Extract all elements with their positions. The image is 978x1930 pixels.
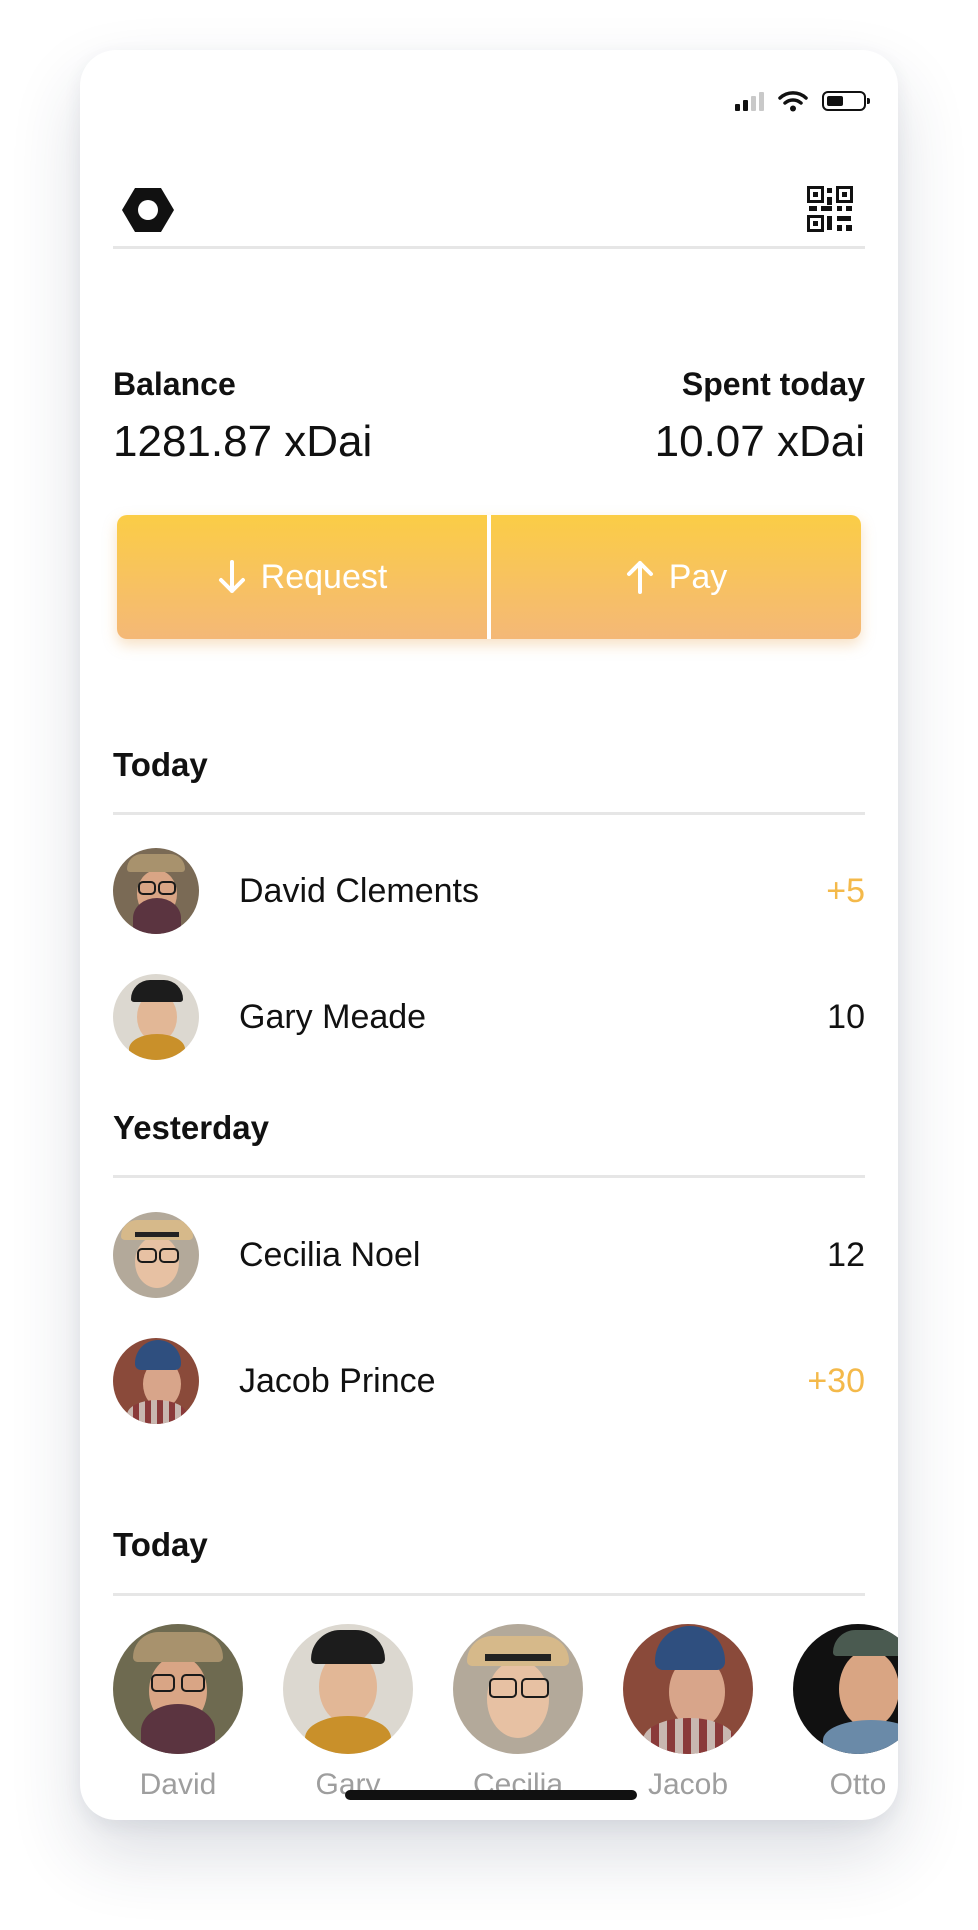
transaction-amount: 12 (827, 1235, 865, 1274)
avatar-jacob (623, 1624, 753, 1754)
request-label: Request (260, 557, 388, 596)
transaction-amount: +30 (807, 1361, 865, 1400)
transaction-amount: +5 (826, 871, 865, 910)
battery-icon (822, 91, 870, 111)
section-divider (113, 1175, 865, 1178)
transaction-row[interactable]: Cecilia Noel 12 (113, 1210, 865, 1300)
avatar-david (113, 1624, 243, 1754)
transaction-name: David Clements (239, 871, 479, 910)
spent-today-label: Spent today (681, 366, 865, 402)
avatar-gary (113, 974, 199, 1060)
transaction-name: Cecilia Noel (239, 1235, 421, 1274)
contact-gary[interactable]: Gary (283, 1624, 413, 1802)
contact-name: Otto (829, 1768, 887, 1801)
avatar-gary (283, 1624, 413, 1754)
transaction-row[interactable]: Gary Meade 10 (113, 972, 865, 1062)
wifi-icon (778, 91, 808, 112)
section-title-yesterday: Yesterday (113, 1109, 269, 1146)
avatar-cecilia (113, 1212, 199, 1298)
contact-otto[interactable]: Otto (793, 1624, 898, 1802)
contact-cecilia[interactable]: Cecilia (453, 1624, 583, 1802)
transaction-name: Gary Meade (239, 997, 427, 1036)
pay-button[interactable]: Pay (491, 515, 861, 639)
arrow-up-icon (626, 561, 653, 594)
top-bar (113, 166, 865, 249)
avatar-jacob (113, 1338, 199, 1424)
contact-name: Jacob (647, 1768, 729, 1801)
spent-today-value: 10.07 xDai (654, 417, 865, 466)
balance-summary: Balance 1281.87 xDai Spent today 10.07 x… (113, 368, 865, 464)
transaction-name: Jacob Prince (239, 1361, 436, 1400)
transaction-row[interactable]: David Clements +5 (113, 846, 865, 936)
home-indicator[interactable] (345, 1790, 637, 1800)
hexagon-logo-icon[interactable] (121, 186, 175, 234)
avatar-otto (793, 1624, 898, 1754)
contact-name: David (139, 1768, 217, 1801)
arrow-down-icon (218, 560, 245, 593)
pay-label: Pay (668, 557, 728, 596)
contact-jacob[interactable]: Jacob (623, 1624, 753, 1802)
phone-frame: Balance 1281.87 xDai Spent today 10.07 x… (80, 50, 898, 1820)
spent-today-block: Spent today 10.07 xDai (655, 368, 865, 464)
request-button[interactable]: Request (117, 515, 487, 639)
qr-code-icon[interactable] (807, 186, 853, 232)
section-divider (113, 812, 865, 815)
section-title-today: Today (113, 746, 208, 783)
section-title-today-contacts: Today (113, 1526, 208, 1563)
cellular-signal-icon (735, 91, 764, 111)
avatar-cecilia (453, 1624, 583, 1754)
avatar-david (113, 848, 199, 934)
action-buttons: Request Pay (117, 515, 861, 639)
contact-david[interactable]: David (113, 1624, 243, 1802)
transaction-row[interactable]: Jacob Prince +30 (113, 1336, 865, 1426)
status-bar (735, 88, 870, 114)
section-divider (113, 1593, 865, 1596)
transaction-amount: 10 (827, 997, 865, 1036)
